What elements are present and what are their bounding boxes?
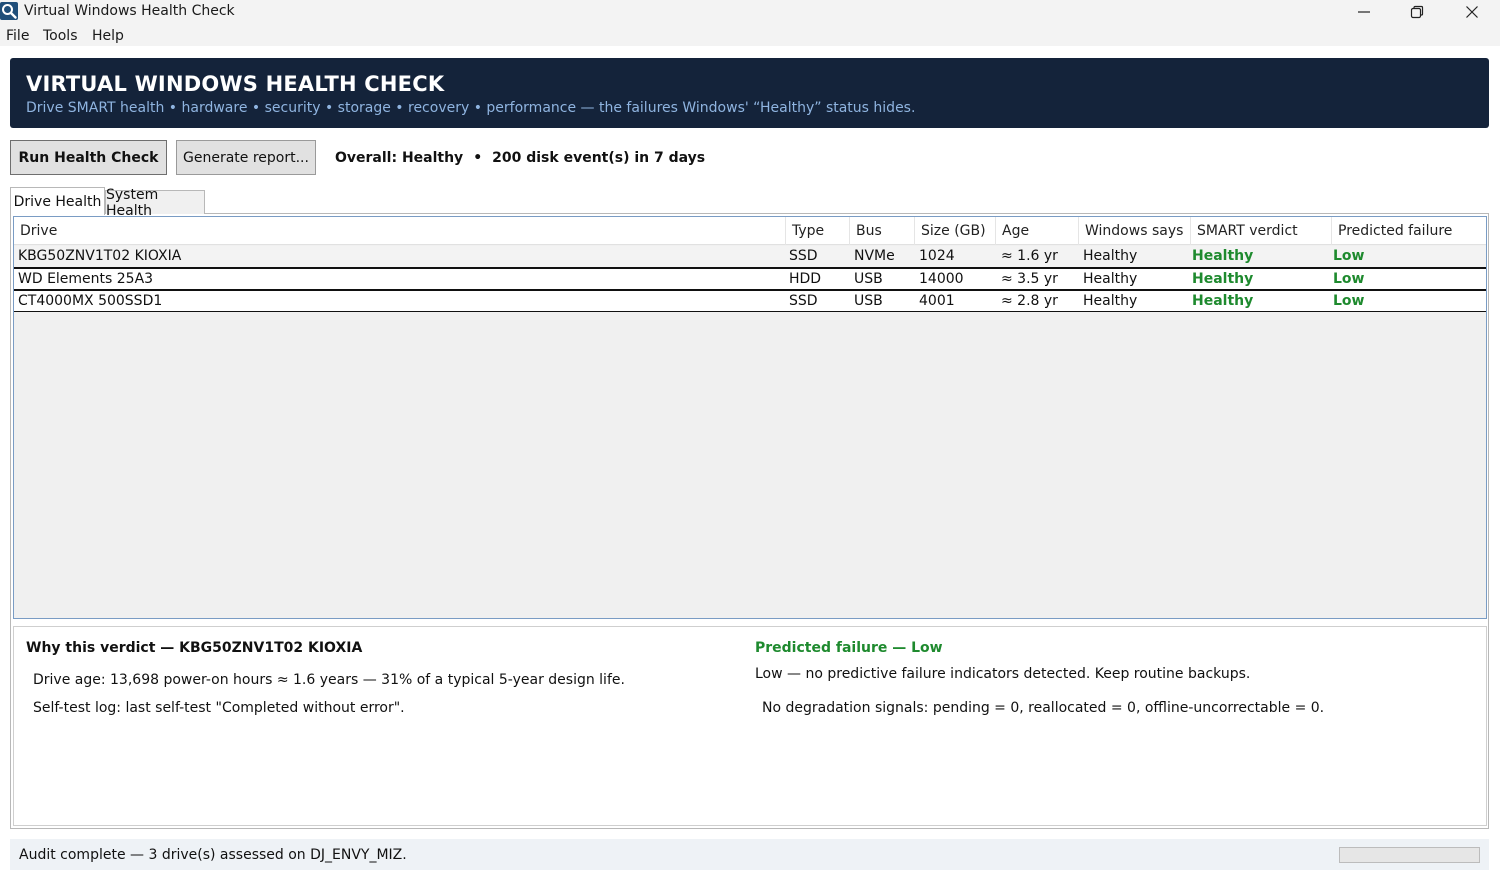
table-row[interactable]: KBG50ZNV1T02 KIOXIA SSD NVMe 1024 ≈ 1.6 … [14,246,1486,268]
verdict-heading: Why this verdict — KBG50ZNV1T02 KIOXIA [26,640,363,656]
cell-windows-says: Healthy [1083,248,1138,264]
column-size[interactable]: Size (GB) [915,217,996,245]
banner-title: VIRTUAL WINDOWS HEALTH CHECK [26,72,445,96]
title-bar: Virtual Windows Health Check [0,0,1500,24]
column-type[interactable]: Type [786,217,850,245]
window-title: Virtual Windows Health Check [24,3,235,19]
cell-size: 14000 [919,271,964,287]
cell-drive: WD Elements 25A3 [18,271,154,287]
cell-age: ≈ 3.5 yr [1001,271,1058,287]
cell-predicted-failure: Low [1333,271,1365,287]
magnifier-icon [0,2,18,20]
cell-bus: NVMe [854,248,895,264]
status-bar: Audit complete — 3 drive(s) assessed on … [10,839,1489,870]
self-test-text: Self-test log: last self-test "Completed… [33,700,405,716]
minimize-icon [1358,11,1370,13]
cell-drive: CT4000MX 500SSD1 [18,293,163,309]
prediction-heading: Predicted failure — Low [755,640,943,656]
cell-size: 4001 [919,293,955,309]
run-health-check-button[interactable]: Run Health Check [10,140,167,175]
cell-windows-says: Healthy [1083,293,1138,309]
menu-tools[interactable]: Tools [43,28,78,44]
generate-report-button[interactable]: Generate report... [176,140,316,175]
cell-predicted-failure: Low [1333,248,1365,264]
status-text: Audit complete — 3 drive(s) assessed on … [19,847,407,863]
drive-list[interactable]: Drive Type Bus Size (GB) Age Windows say… [13,216,1487,619]
column-age[interactable]: Age [996,217,1079,245]
prediction-summary: Low — no predictive failure indicators d… [755,666,1251,682]
column-drive[interactable]: Drive [14,217,786,245]
status-separator: • [473,150,483,166]
verdict-detail-panel: Why this verdict — KBG50ZNV1T02 KIOXIA D… [13,626,1487,826]
cell-bus: USB [854,293,883,309]
menu-bar: File Tools Help [0,24,1500,46]
cell-bus: USB [854,271,883,287]
banner-subtitle: Drive SMART health • hardware • security… [26,100,916,116]
drive-age-text: Drive age: 13,698 power-on hours ≈ 1.6 y… [33,672,625,688]
table-row[interactable]: CT4000MX 500SSD1 SSD USB 4001 ≈ 2.8 yr H… [14,290,1486,312]
column-smart-verdict[interactable]: SMART verdict [1191,217,1332,245]
prediction-detail: No degradation signals: pending = 0, rea… [762,700,1325,716]
close-icon [1466,6,1478,18]
cell-type: SSD [789,248,818,264]
column-predicted-failure[interactable]: Predicted failure [1332,217,1486,245]
cell-smart-verdict: Healthy [1192,248,1254,264]
table-row[interactable]: WD Elements 25A3 HDD USB 14000 ≈ 3.5 yr … [14,268,1486,290]
restore-icon [1410,5,1424,19]
tab-drive-health[interactable]: Drive Health [10,187,105,215]
column-bus[interactable]: Bus [850,217,915,245]
cell-predicted-failure: Low [1333,293,1365,309]
disk-events-count: 200 disk event(s) in 7 days [492,150,706,166]
cell-age: ≈ 2.8 yr [1001,293,1058,309]
close-button[interactable] [1449,0,1495,24]
cell-size: 1024 [919,248,955,264]
column-windows-says[interactable]: Windows says [1079,217,1191,245]
overall-verdict: Overall: Healthy [335,150,464,166]
cell-smart-verdict: Healthy [1192,293,1254,309]
minimize-button[interactable] [1341,0,1387,24]
menu-help[interactable]: Help [92,28,124,44]
cell-type: SSD [789,293,818,309]
drive-list-header: Drive Type Bus Size (GB) Age Windows say… [14,217,1486,245]
cell-age: ≈ 1.6 yr [1001,248,1058,264]
menu-file[interactable]: File [6,28,29,44]
cell-drive: KBG50ZNV1T02 KIOXIA [18,248,182,264]
progress-bar [1339,847,1480,863]
tab-system-health[interactable]: System Health [105,187,205,219]
cell-windows-says: Healthy [1083,271,1138,287]
overall-status: Overall: Healthy • 200 disk event(s) in 7 … [335,150,705,166]
restore-button[interactable] [1394,0,1440,24]
cell-type: HDD [789,271,822,287]
header-banner: VIRTUAL WINDOWS HEALTH CHECK Drive SMART… [10,58,1489,128]
cell-smart-verdict: Healthy [1192,271,1254,287]
